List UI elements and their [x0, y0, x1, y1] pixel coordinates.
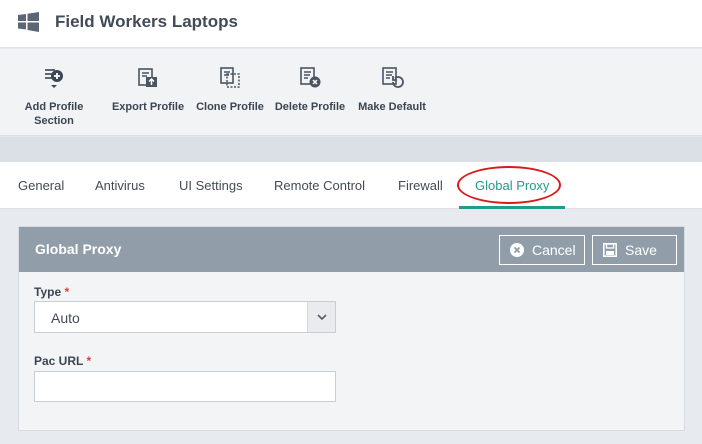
make-default-icon — [382, 67, 404, 88]
section-divider — [0, 137, 702, 162]
clone-icon — [220, 67, 240, 88]
delete-icon — [300, 67, 321, 88]
add-section-icon — [45, 69, 63, 88]
make-default-label: Make Default — [358, 101, 426, 113]
tab-remote-control[interactable]: Remote Control — [274, 178, 365, 193]
type-select-value: Auto — [51, 310, 80, 326]
save-label: Save — [625, 242, 657, 258]
export-profile-button[interactable]: Export Profile — [111, 49, 185, 135]
tab-bar: General Antivirus UI Settings Remote Con… — [0, 162, 702, 209]
cancel-label: Cancel — [532, 242, 576, 258]
page-title: Field Workers Laptops — [55, 12, 238, 31]
tab-ui-settings[interactable]: UI Settings — [179, 178, 243, 193]
type-label-text: Type — [34, 285, 62, 299]
delete-profile-button[interactable]: Delete Profile — [273, 49, 347, 135]
tab-antivirus[interactable]: Antivirus — [95, 178, 145, 193]
windows-logo-icon — [18, 12, 39, 32]
type-field-label: Type * — [34, 285, 69, 299]
toolbar: Add Profile Section Export Profile Clone… — [0, 49, 702, 136]
cancel-button[interactable]: Cancel — [499, 235, 585, 265]
add-profile-section-label: Add Profile Section — [24, 101, 84, 127]
delete-profile-label: Delete Profile — [274, 101, 346, 113]
clone-profile-button[interactable]: Clone Profile — [194, 49, 266, 135]
tab-firewall[interactable]: Firewall — [398, 178, 443, 193]
title-bar: Field Workers Laptops — [0, 0, 702, 48]
save-icon — [603, 243, 617, 257]
panel-title: Global Proxy — [35, 241, 122, 257]
pac-url-input[interactable] — [34, 371, 336, 402]
pac-url-field-label: Pac URL * — [34, 354, 91, 368]
type-select[interactable]: Auto — [34, 301, 336, 333]
export-profile-label: Export Profile — [111, 101, 185, 113]
panel-header: Global Proxy Cancel Save — [19, 227, 684, 272]
required-marker: * — [64, 285, 70, 299]
pac-url-label-text: Pac URL — [34, 354, 84, 368]
required-marker: * — [86, 354, 92, 368]
chevron-down-icon[interactable] — [307, 302, 335, 332]
save-button[interactable]: Save — [592, 235, 677, 265]
global-proxy-panel: Global Proxy Cancel Save Type * Auto Pac… — [18, 226, 685, 431]
cancel-icon — [510, 243, 524, 257]
tab-general[interactable]: General — [18, 178, 64, 193]
active-tab-indicator — [459, 206, 565, 209]
export-icon — [138, 68, 157, 87]
make-default-button[interactable]: Make Default — [355, 49, 429, 135]
clone-profile-label: Clone Profile — [196, 101, 264, 113]
add-profile-section-button[interactable]: Add Profile Section — [20, 49, 88, 135]
tab-global-proxy[interactable]: Global Proxy — [475, 178, 549, 193]
